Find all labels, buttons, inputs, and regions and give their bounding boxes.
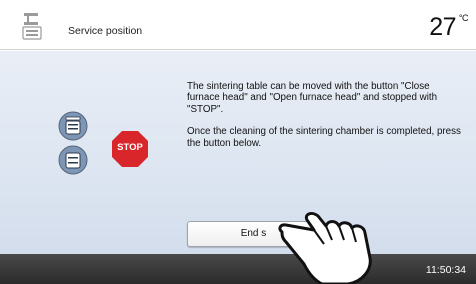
instruction-paragraph-1: The sintering table can be moved with th… [187,81,438,115]
content-panel: STOP The sintering table can be moved wi… [0,51,476,254]
stop-label: STOP [117,142,143,153]
close-furnace-head-icon[interactable] [58,111,88,141]
footer-bar: 11:50:34 [0,254,476,284]
clock: 11:50:34 [425,264,466,276]
instructions-text: The sintering table can be moved with th… [187,81,463,160]
furnace-icon [22,13,42,40]
page-title: Service position [68,25,143,37]
temperature-value: 27 [429,13,456,41]
open-furnace-head-icon[interactable] [58,145,88,175]
instruction-paragraph-2: Once the cleaning of the sintering chamb… [187,126,461,149]
header-bar: Service position 27 °C [0,0,476,50]
temperature-unit: °C [458,13,469,23]
pointing-hand-icon [278,211,372,284]
stop-button[interactable]: STOP [111,130,149,168]
temperature-display: 27 °C [429,13,468,42]
